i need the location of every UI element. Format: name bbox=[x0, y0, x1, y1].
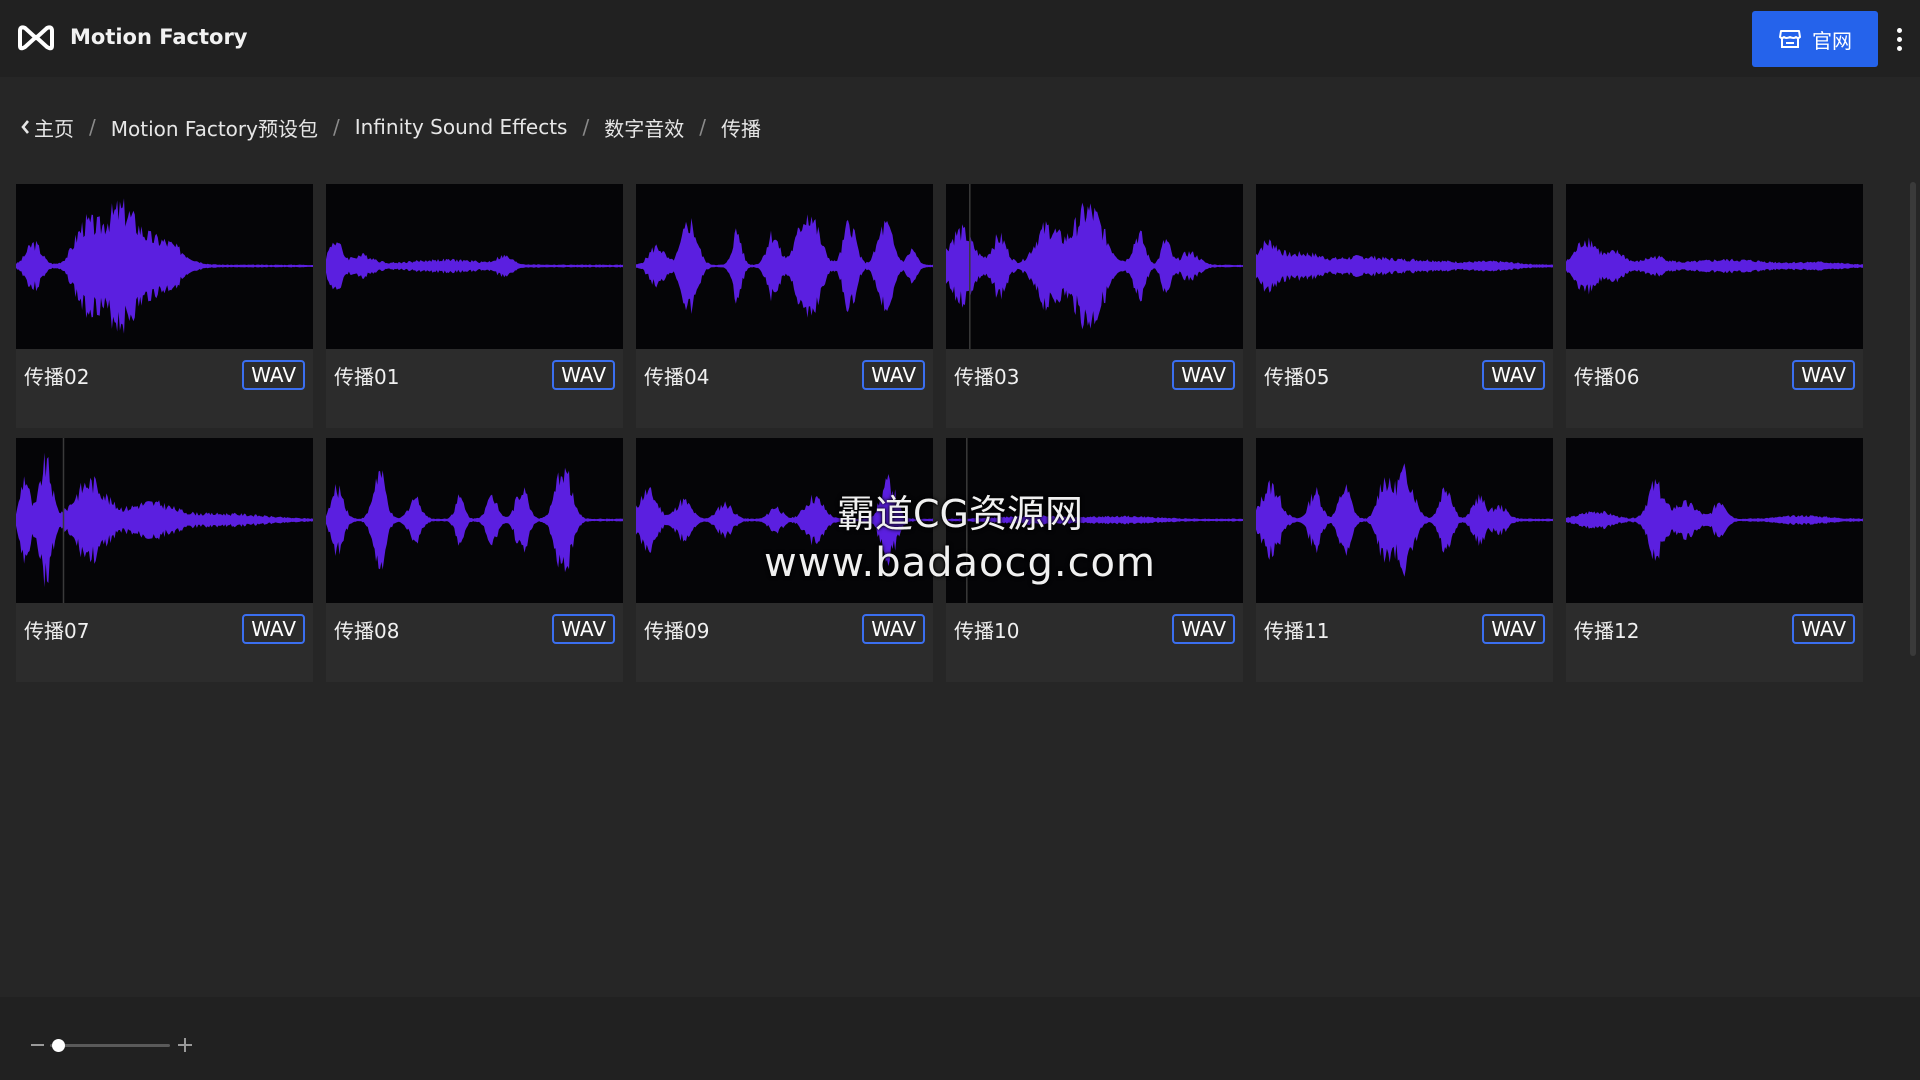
format-badge: WAV bbox=[552, 614, 615, 644]
asset-name: 传播04 bbox=[644, 365, 710, 389]
waveform bbox=[946, 184, 1243, 349]
asset-card[interactable]: 传播10 WAV bbox=[946, 438, 1243, 682]
asset-card[interactable]: 传播07 WAV bbox=[16, 438, 313, 682]
waveform bbox=[636, 474, 933, 566]
breadcrumb-separator: / bbox=[582, 115, 590, 139]
asset-card[interactable]: 传播08 WAV bbox=[326, 438, 623, 682]
card-footer: 传播12 WAV bbox=[1566, 603, 1863, 682]
waveform-thumbnail[interactable] bbox=[636, 438, 933, 603]
card-footer: 传播10 WAV bbox=[946, 603, 1243, 682]
waveform-thumbnail[interactable] bbox=[326, 184, 623, 349]
card-footer: 传播04 WAV bbox=[636, 349, 933, 428]
vertical-scrollbar[interactable] bbox=[1910, 182, 1916, 656]
card-footer: 传播02 WAV bbox=[16, 349, 313, 428]
asset-name: 传播09 bbox=[644, 619, 710, 643]
top-header: Motion Factory 官网 bbox=[0, 0, 1920, 77]
waveform-thumbnail[interactable] bbox=[1566, 438, 1863, 603]
waveform bbox=[326, 467, 623, 573]
waveform bbox=[16, 438, 313, 603]
breadcrumb-separator: / bbox=[89, 115, 96, 139]
card-footer: 传播06 WAV bbox=[1566, 349, 1863, 428]
asset-name: 传播05 bbox=[1264, 365, 1330, 389]
waveform-thumbnail[interactable] bbox=[16, 438, 313, 603]
app-window: Motion Factory 官网 主页 / Motion Factory预设包… bbox=[0, 0, 1920, 1080]
official-site-label: 官网 bbox=[1812, 28, 1852, 53]
logo[interactable]: Motion Factory bbox=[16, 22, 248, 52]
waveform bbox=[1566, 479, 1863, 561]
format-badge: WAV bbox=[552, 360, 615, 390]
format-badge: WAV bbox=[242, 360, 305, 390]
asset-name: 传播01 bbox=[334, 365, 400, 389]
asset-card[interactable]: 传播05 WAV bbox=[1256, 184, 1553, 428]
format-badge: WAV bbox=[1482, 614, 1545, 644]
zoom-slider-thumb[interactable] bbox=[52, 1039, 65, 1052]
chevron-left-icon bbox=[21, 120, 29, 134]
asset-card[interactable]: 传播01 WAV bbox=[326, 184, 623, 428]
waveform bbox=[16, 198, 313, 334]
breadcrumb-separator: / bbox=[699, 115, 706, 139]
asset-name: 传播10 bbox=[954, 619, 1020, 643]
breadcrumb-infinity-sound-effects[interactable]: Infinity Sound Effects bbox=[355, 115, 568, 139]
waveform bbox=[636, 214, 933, 318]
format-badge: WAV bbox=[1172, 360, 1235, 390]
card-footer: 传播11 WAV bbox=[1256, 603, 1553, 682]
breadcrumb: 主页 / Motion Factory预设包 / Infinity Sound … bbox=[20, 112, 761, 142]
asset-card[interactable]: 传播06 WAV bbox=[1566, 184, 1863, 428]
asset-name: 传播11 bbox=[1264, 619, 1330, 643]
waveform bbox=[1256, 463, 1553, 577]
breadcrumb-digital-sfx[interactable]: 数字音效 bbox=[604, 113, 684, 142]
zoom-out-icon[interactable] bbox=[31, 1044, 44, 1046]
asset-card[interactable]: 传播11 WAV bbox=[1256, 438, 1553, 682]
format-badge: WAV bbox=[862, 360, 925, 390]
official-site-button[interactable]: 官网 bbox=[1752, 11, 1878, 67]
storefront-icon bbox=[1779, 30, 1801, 48]
asset-name: 传播12 bbox=[1574, 619, 1640, 643]
bottom-bar bbox=[0, 997, 1920, 1080]
card-footer: 传播01 WAV bbox=[326, 349, 623, 428]
format-badge: WAV bbox=[1482, 360, 1545, 390]
more-vertical-icon[interactable] bbox=[1889, 22, 1909, 56]
asset-name: 传播08 bbox=[334, 619, 400, 643]
waveform-thumbnail[interactable] bbox=[1256, 184, 1553, 349]
asset-name: 传播02 bbox=[24, 365, 90, 389]
waveform-thumbnail[interactable] bbox=[16, 184, 313, 349]
card-footer: 传播08 WAV bbox=[326, 603, 623, 682]
zoom-in-icon[interactable] bbox=[178, 1038, 192, 1052]
motion-factory-logo-icon bbox=[18, 25, 54, 51]
breadcrumb-current: 传播 bbox=[720, 116, 761, 141]
waveform-thumbnail[interactable] bbox=[326, 438, 623, 603]
asset-card[interactable]: 传播03 WAV bbox=[946, 184, 1243, 428]
asset-name: 传播06 bbox=[1574, 365, 1640, 389]
waveform-thumbnail[interactable] bbox=[636, 184, 933, 349]
breadcrumb-separator: / bbox=[332, 115, 340, 139]
waveform bbox=[946, 438, 1243, 603]
waveform bbox=[1566, 237, 1863, 295]
waveform-thumbnail[interactable] bbox=[946, 438, 1243, 603]
format-badge: WAV bbox=[862, 614, 925, 644]
card-footer: 传播03 WAV bbox=[946, 349, 1243, 428]
waveform-thumbnail[interactable] bbox=[1566, 184, 1863, 349]
breadcrumb-home[interactable]: 主页 bbox=[20, 113, 74, 142]
asset-name: 传播07 bbox=[24, 619, 90, 643]
card-footer: 传播07 WAV bbox=[16, 603, 313, 682]
format-badge: WAV bbox=[242, 614, 305, 644]
format-badge: WAV bbox=[1172, 614, 1235, 644]
format-badge: WAV bbox=[1792, 614, 1855, 644]
asset-card[interactable]: 传播02 WAV bbox=[16, 184, 313, 428]
waveform-thumbnail[interactable] bbox=[946, 184, 1243, 349]
app-title: Motion Factory bbox=[70, 25, 248, 49]
asset-grid: 传播02 WAV 传播01 WAV 传播04 WAV 传播03 WAV 传播05… bbox=[16, 184, 1863, 682]
card-footer: 传播05 WAV bbox=[1256, 349, 1553, 428]
asset-name: 传播03 bbox=[954, 365, 1020, 389]
waveform bbox=[326, 242, 623, 290]
waveform bbox=[1256, 239, 1553, 293]
zoom-slider-track[interactable] bbox=[50, 1044, 170, 1047]
breadcrumb-presets[interactable]: Motion Factory预设包 bbox=[111, 113, 318, 142]
asset-card[interactable]: 传播09 WAV bbox=[636, 438, 933, 682]
waveform-thumbnail[interactable] bbox=[1256, 438, 1553, 603]
asset-card[interactable]: 传播12 WAV bbox=[1566, 438, 1863, 682]
card-footer: 传播09 WAV bbox=[636, 603, 933, 682]
asset-card[interactable]: 传播04 WAV bbox=[636, 184, 933, 428]
format-badge: WAV bbox=[1792, 360, 1855, 390]
